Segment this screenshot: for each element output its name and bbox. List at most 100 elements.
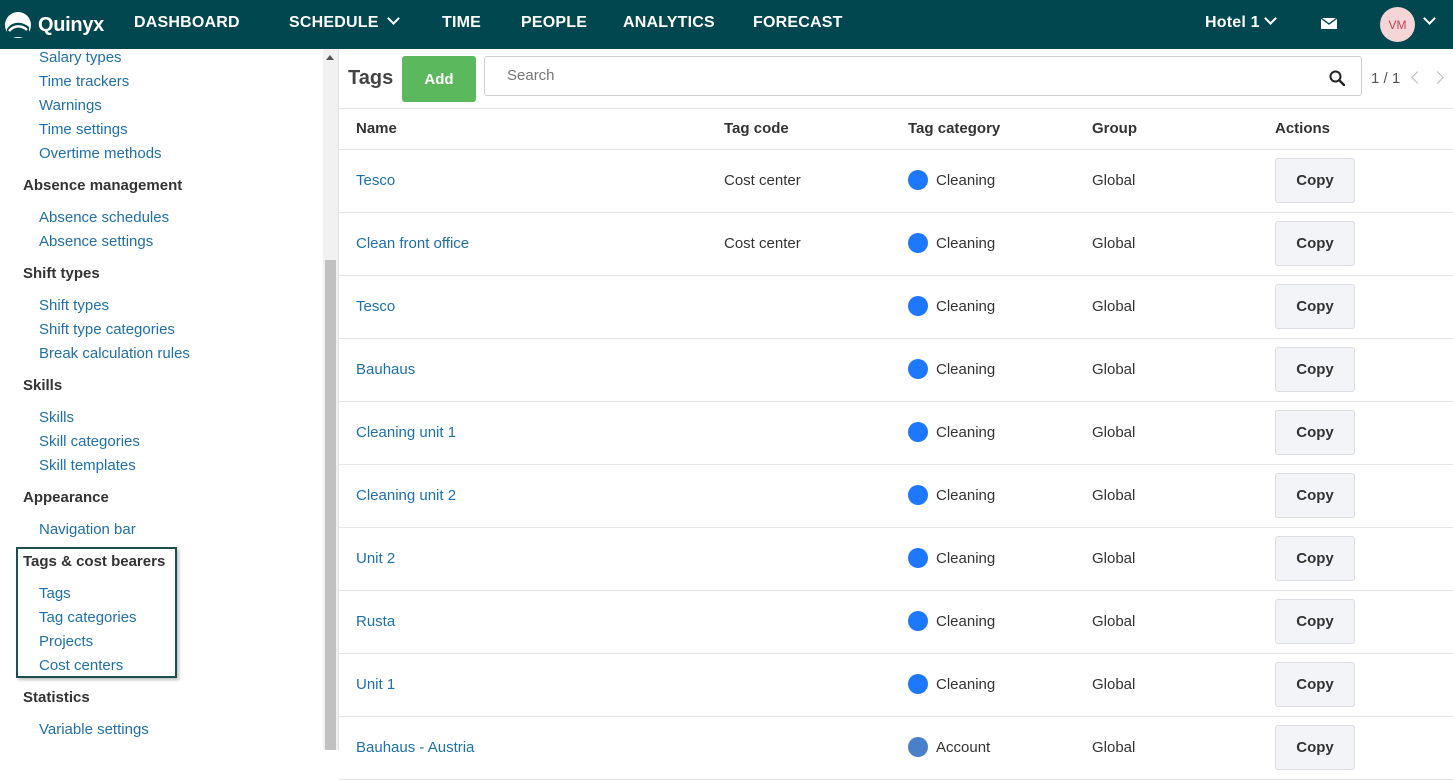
tag-name-link[interactable]: Cleaning unit 1 [356, 424, 456, 441]
column-header-name[interactable]: Name [356, 120, 397, 137]
tag-group: Global [1092, 613, 1136, 630]
tag-name-link[interactable]: Rusta [356, 613, 395, 630]
sidebar-item-skill-categories[interactable]: Skill categories [39, 433, 140, 450]
sidebar-item-skills[interactable]: Skills [39, 409, 74, 426]
sidebar-item-break-calculation-rules[interactable]: Break calculation rules [39, 345, 190, 362]
copy-button[interactable]: Copy [1275, 221, 1355, 266]
tag-category: Cleaning [908, 359, 995, 379]
sidebar-item-time-settings[interactable]: Time settings [39, 121, 128, 138]
column-header-group[interactable]: Group [1092, 120, 1137, 137]
tag-group: Global [1092, 424, 1136, 441]
sidebar-group-absence: Absence management [23, 177, 183, 194]
copy-button[interactable]: Copy [1275, 473, 1355, 518]
copy-button[interactable]: Copy [1275, 410, 1355, 455]
sidebar-item-time-trackers[interactable]: Time trackers [39, 73, 129, 90]
header-divider [339, 108, 1453, 109]
nav-time[interactable]: TIME [442, 14, 481, 32]
nav-forecast[interactable]: FORECAST [753, 14, 843, 32]
user-avatar[interactable]: VM [1380, 7, 1415, 42]
tag-name-link[interactable]: Tesco [356, 298, 395, 315]
tag-category-label: Cleaning [936, 360, 996, 378]
category-color-dot [908, 422, 928, 442]
sidebar-item-cost-centers[interactable]: Cost centers [39, 657, 123, 674]
search-input[interactable] [505, 66, 1309, 85]
table-row: Cleaning unit 2 Cleaning Global Copy [339, 465, 1453, 528]
tag-name-link[interactable]: Tesco [356, 172, 395, 189]
category-color-dot [908, 296, 928, 316]
sidebar-item-shift-types[interactable]: Shift types [39, 297, 109, 314]
sidebar-item-warnings[interactable]: Warnings [39, 97, 102, 114]
previous-page-icon[interactable] [1411, 71, 1424, 84]
top-navigation-bar: Quinyx DASHBOARD SCHEDULE TIME PEOPLE AN… [0, 0, 1453, 49]
scroll-up-arrow-icon[interactable] [326, 55, 334, 60]
nav-analytics[interactable]: ANALYTICS [623, 14, 715, 32]
tag-name-link[interactable]: Cleaning unit 2 [356, 487, 456, 504]
sidebar-item-navigation-bar[interactable]: Navigation bar [39, 521, 136, 538]
pagination-indicator: 1 / 1 [1371, 70, 1401, 87]
table-row: Clean front office Cost center Cleaning Glo… [339, 213, 1453, 276]
user-menu-toggle[interactable] [1423, 12, 1436, 32]
sidebar-item-absence-schedules[interactable]: Absence schedules [39, 209, 169, 226]
nav-schedule[interactable]: SCHEDULE [289, 12, 400, 32]
tag-category-label: Cleaning [936, 549, 996, 567]
sidebar-item-tags[interactable]: Tags [39, 585, 71, 602]
nav-schedule-label: SCHEDULE [289, 14, 379, 31]
sidebar-item-salary-types[interactable]: Salary types [39, 49, 122, 66]
sidebar-item-tag-categories[interactable]: Tag categories [39, 609, 137, 626]
column-header-tag-code[interactable]: Tag code [724, 120, 789, 137]
tag-name-link[interactable]: Bauhaus - Austria [356, 739, 474, 756]
brand-name: Quinyx [38, 13, 104, 36]
copy-button[interactable]: Copy [1275, 158, 1355, 203]
category-color-dot [908, 674, 928, 694]
table-row: Bauhaus Cleaning Global Copy [339, 339, 1453, 402]
tag-category: Cleaning [908, 548, 995, 568]
tag-category-label: Account [936, 738, 991, 756]
sidebar-item-projects[interactable]: Projects [39, 633, 93, 650]
category-color-dot [908, 548, 928, 568]
settings-sidebar: Salary types Time trackers Warnings Time… [0, 49, 323, 750]
tag-category: Account [908, 737, 990, 757]
mail-icon[interactable] [1321, 18, 1337, 29]
tag-category: Cleaning [908, 296, 995, 316]
tag-name-link[interactable]: Bauhaus [356, 361, 415, 378]
tag-group: Global [1092, 235, 1136, 252]
category-color-dot [908, 485, 928, 505]
search-field[interactable] [484, 56, 1362, 96]
tag-category-label: Cleaning [936, 423, 996, 441]
tag-code: Cost center [724, 172, 801, 189]
sidebar-group-appearance: Appearance [23, 489, 109, 506]
sidebar-item-absence-settings[interactable]: Absence settings [39, 233, 153, 250]
nav-dashboard[interactable]: DASHBOARD [134, 14, 240, 32]
next-page-icon[interactable] [1431, 71, 1444, 84]
copy-button[interactable]: Copy [1275, 599, 1355, 644]
tag-name-link[interactable]: Unit 1 [356, 676, 395, 693]
tag-category-label: Cleaning [936, 612, 996, 630]
tag-group: Global [1092, 550, 1136, 567]
column-header-tag-category[interactable]: Tag category [908, 120, 1000, 137]
category-color-dot [908, 170, 928, 190]
unit-selector[interactable]: Hotel 1 [1205, 12, 1277, 32]
add-tag-button[interactable]: Add [402, 56, 476, 102]
chevron-down-icon [1423, 12, 1436, 25]
nav-people[interactable]: PEOPLE [521, 14, 587, 32]
tag-group: Global [1092, 172, 1136, 189]
copy-button[interactable]: Copy [1275, 284, 1355, 329]
copy-button[interactable]: Copy [1275, 347, 1355, 392]
tag-name-link[interactable]: Unit 2 [356, 550, 395, 567]
sidebar-scrollbar-thumb[interactable] [325, 260, 336, 750]
tag-name-link[interactable]: Clean front office [356, 235, 469, 252]
copy-button[interactable]: Copy [1275, 725, 1355, 770]
table-row: Bauhaus - Austria Account Global Copy [339, 717, 1453, 780]
sidebar-item-shift-type-categories[interactable]: Shift type categories [39, 321, 175, 338]
sidebar-item-variable-settings[interactable]: Variable settings [39, 721, 149, 738]
copy-button[interactable]: Copy [1275, 536, 1355, 581]
sidebar-item-skill-templates[interactable]: Skill templates [39, 457, 136, 474]
sidebar-group-shift-types: Shift types [23, 265, 100, 282]
search-icon[interactable] [1329, 70, 1345, 86]
sidebar-group-skills: Skills [23, 377, 63, 394]
copy-button[interactable]: Copy [1275, 662, 1355, 707]
tag-category: Cleaning [908, 170, 995, 190]
quinyx-logo[interactable]: Quinyx [4, 10, 104, 40]
sidebar-item-overtime-methods[interactable]: Overtime methods [39, 145, 162, 162]
tag-group: Global [1092, 487, 1136, 504]
